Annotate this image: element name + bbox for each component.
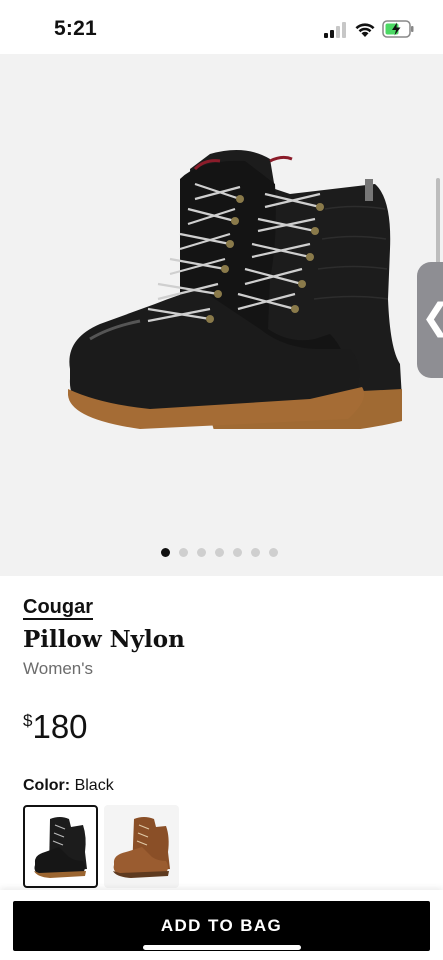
gallery-dot[interactable] <box>161 548 170 557</box>
brand-link[interactable]: Cougar <box>23 596 93 619</box>
battery-charging-icon <box>382 20 414 38</box>
gallery-dot[interactable] <box>233 548 242 557</box>
home-indicator <box>143 945 301 950</box>
product-image-gallery[interactable]: ❮ <box>0 54 443 576</box>
currency-symbol: $ <box>23 711 33 730</box>
chevron-left-icon: ❮ <box>421 298 443 338</box>
gallery-dot[interactable] <box>251 548 260 557</box>
product-photo-boots[interactable] <box>30 99 410 429</box>
swatch-image-black <box>34 817 87 878</box>
product-category: Women's <box>23 659 94 678</box>
color-swatch-brown[interactable] <box>104 805 179 888</box>
wifi-icon <box>355 23 375 37</box>
gallery-dot[interactable] <box>179 548 188 557</box>
product-name: Pillow Nylon <box>23 626 185 653</box>
color-value: Black <box>74 777 114 794</box>
side-panel-tab[interactable]: ❮ <box>417 262 443 378</box>
product-price: $180 <box>23 708 88 746</box>
status-bar: 5:21 <box>0 0 443 54</box>
gallery-dot[interactable] <box>215 548 224 557</box>
color-selection-label: Color: Black <box>23 777 114 795</box>
swatch-image-brown <box>113 817 170 878</box>
gallery-dot[interactable] <box>197 548 206 557</box>
status-time: 5:21 <box>54 17 97 40</box>
add-to-bag-button[interactable]: ADD TO BAG <box>13 901 430 951</box>
price-value: 180 <box>32 708 88 745</box>
gallery-dot[interactable] <box>269 548 278 557</box>
color-label: Color: <box>23 777 71 794</box>
color-swatch-black[interactable] <box>23 805 98 888</box>
cellular-signal-icon <box>324 22 346 38</box>
gallery-pagination[interactable] <box>161 548 278 557</box>
